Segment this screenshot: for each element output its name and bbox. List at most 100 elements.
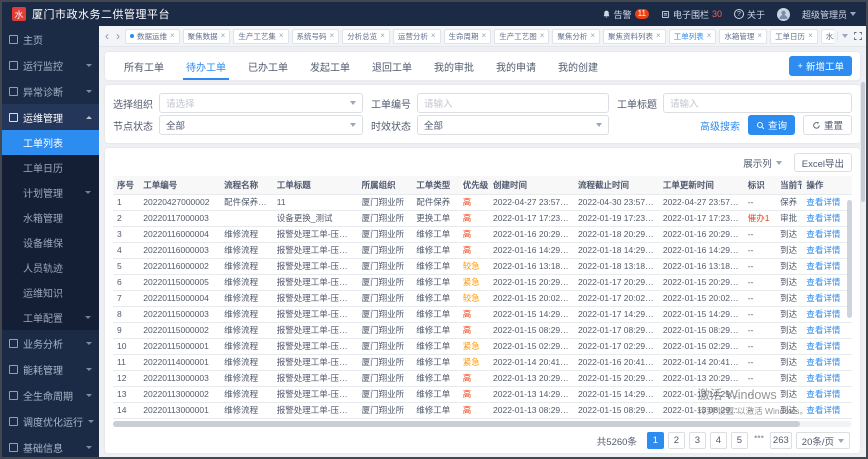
page-scrollbar[interactable]	[861, 82, 865, 202]
opened-tab-数据运维[interactable]: 数据运维 ×	[125, 28, 180, 44]
pages-ellipsis[interactable]: •••	[752, 432, 766, 449]
fence-button[interactable]: 电子围栏 30	[661, 8, 722, 21]
about-button[interactable]: ? 关于	[733, 8, 765, 21]
opened-tab-运营分析[interactable]: 运营分析 ×	[392, 28, 441, 44]
sidebar-item-运维管理[interactable]: 运维管理	[2, 104, 99, 130]
page-button-4[interactable]: 4	[709, 432, 727, 449]
view-detail-link[interactable]: 查看详情	[806, 325, 840, 335]
advanced-search-link[interactable]: 高级搜索	[700, 118, 740, 133]
urge-link[interactable]: 催办1	[743, 210, 777, 227]
view-detail-link[interactable]: 查看详情	[806, 229, 840, 239]
sidebar-item-业务分析[interactable]: 业务分析	[2, 330, 99, 356]
add-workorder-button[interactable]: + 新增工单	[789, 56, 852, 76]
view-detail-link[interactable]: 查看详情	[806, 245, 840, 255]
view-detail-link[interactable]: 查看详情	[806, 373, 840, 383]
tab-发起工单[interactable]: 发起工单	[299, 52, 361, 80]
sidebar-item-能耗管理[interactable]: 能耗管理	[2, 356, 99, 382]
page-button-5[interactable]: 5	[730, 432, 748, 449]
close-icon[interactable]: ×	[380, 32, 385, 40]
horizontal-scrollbar[interactable]	[113, 421, 852, 427]
cell: 维修工单	[412, 354, 459, 371]
tab-退回工单[interactable]: 退回工单	[361, 52, 423, 80]
sidebar-item-异常诊断[interactable]: 异常诊断	[2, 78, 99, 104]
opened-tab-聚焦数据[interactable]: 聚焦数据 ×	[182, 28, 231, 44]
opened-tab-工单列表[interactable]: 工单列表 ×	[668, 28, 717, 44]
close-icon[interactable]: ×	[330, 32, 335, 40]
node-status-select[interactable]: 全部	[159, 115, 363, 135]
sidebar-item-全生命周期[interactable]: 全生命周期	[2, 382, 99, 408]
opened-tab-水箱管理[interactable]: 水箱管理 ×	[719, 28, 768, 44]
opened-tab-系统号码[interactable]: 系统号码 ×	[291, 28, 340, 44]
sidebar-subitem-设备维保[interactable]: 设备维保	[2, 230, 99, 255]
opened-tab-生命周期[interactable]: 生命周期 ×	[443, 28, 492, 44]
close-icon[interactable]: ×	[221, 32, 226, 40]
view-detail-link[interactable]: 查看详情	[806, 405, 840, 415]
sidebar-item-label: 异常诊断	[23, 87, 63, 99]
reset-button[interactable]: 重置	[802, 115, 852, 135]
view-detail-link[interactable]: 查看详情	[806, 277, 840, 287]
tabs-menu-icon[interactable]	[842, 34, 848, 38]
sidebar-subitem-水箱管理[interactable]: 水箱管理	[2, 205, 99, 230]
tabs-scroll-left-icon[interactable]: ‹	[103, 30, 111, 42]
page-button-3[interactable]: 3	[688, 432, 706, 449]
aging-status-select[interactable]: 全部	[417, 115, 609, 135]
opened-tab-分析总览[interactable]: 分析总览 ×	[342, 28, 390, 44]
show-columns-dropdown[interactable]: 展示列	[743, 156, 782, 170]
search-button[interactable]: 查询	[747, 115, 795, 135]
opened-tab-水箱高峰计划[interactable]: 水箱高峰计划×	[820, 28, 834, 44]
opened-tab-聚焦资料列表[interactable]: 聚焦资料列表 ×	[603, 28, 666, 44]
view-detail-link[interactable]: 查看详情	[806, 389, 840, 399]
title-input[interactable]: 请输入	[663, 93, 852, 113]
tab-待办工单[interactable]: 待办工单	[175, 52, 237, 80]
order-no-input[interactable]: 请输入	[417, 93, 609, 113]
vertical-scrollbar[interactable]	[847, 200, 852, 318]
page-button-last[interactable]: 263	[769, 432, 792, 449]
avatar[interactable]	[776, 7, 790, 21]
view-detail-link[interactable]: 查看详情	[806, 357, 840, 367]
sidebar-item-基础信息[interactable]: 基础信息	[2, 434, 99, 457]
opened-tab-生产工艺集[interactable]: 生产工艺集 ×	[233, 28, 289, 44]
page-button-2[interactable]: 2	[667, 432, 685, 449]
excel-export-button[interactable]: Excel导出	[793, 153, 852, 172]
sidebar-item-调度优化运行[interactable]: 调度优化运行	[2, 408, 99, 434]
close-icon[interactable]: ×	[757, 32, 762, 40]
page-button-1[interactable]: 1	[646, 432, 664, 449]
close-icon[interactable]: ×	[590, 32, 595, 40]
close-icon[interactable]: ×	[707, 32, 712, 40]
opened-tab-生产工艺图[interactable]: 生产工艺图 ×	[494, 28, 550, 44]
close-icon[interactable]: ×	[808, 32, 813, 40]
tab-所有工单[interactable]: 所有工单	[113, 52, 175, 80]
user-menu[interactable]: 超级管理员	[802, 8, 856, 21]
tab-我的创建[interactable]: 我的创建	[547, 52, 609, 80]
page-size-select[interactable]: 20条/页	[795, 432, 850, 449]
tab-已办工单[interactable]: 已办工单	[237, 52, 299, 80]
sidebar-subitem-工单配置[interactable]: 工单配置	[2, 305, 99, 330]
opened-tab-聚焦分析[interactable]: 聚焦分析 ×	[552, 28, 601, 44]
sidebar-item-运行监控[interactable]: 运行监控	[2, 52, 99, 78]
sidebar-subitem-计划管理[interactable]: 计划管理	[2, 180, 99, 205]
sidebar-subitem-人员轨迹[interactable]: 人员轨迹	[2, 255, 99, 280]
sidebar-subitem-运维知识[interactable]: 运维知识	[2, 280, 99, 305]
view-detail-link[interactable]: 查看详情	[806, 293, 840, 303]
close-icon[interactable]: ×	[279, 32, 284, 40]
view-detail-link[interactable]: 查看详情	[806, 261, 840, 271]
tabs-scroll-right-icon[interactable]: ›	[114, 30, 122, 42]
alarm-button[interactable]: 告警 11	[602, 8, 649, 21]
close-icon[interactable]: ×	[540, 32, 545, 40]
tab-我的审批[interactable]: 我的审批	[423, 52, 485, 80]
view-detail-link[interactable]: 查看详情	[806, 197, 840, 207]
close-icon[interactable]: ×	[482, 32, 487, 40]
sidebar-subitem-工单列表[interactable]: 工单列表	[2, 130, 99, 155]
sidebar-subitem-工单日历[interactable]: 工单日历	[2, 155, 99, 180]
close-icon[interactable]: ×	[170, 32, 175, 40]
view-detail-link[interactable]: 查看详情	[806, 341, 840, 351]
view-detail-link[interactable]: 查看详情	[806, 309, 840, 319]
close-icon[interactable]: ×	[656, 32, 661, 40]
view-detail-link[interactable]: 查看详情	[806, 213, 840, 223]
tab-我的申请[interactable]: 我的申请	[485, 52, 547, 80]
close-icon[interactable]: ×	[431, 32, 436, 40]
sidebar-item-主页[interactable]: 主页	[2, 26, 99, 52]
opened-tab-工单日历[interactable]: 工单日历 ×	[770, 28, 818, 44]
org-select[interactable]: 请选择	[159, 93, 363, 113]
fullscreen-icon[interactable]	[854, 32, 862, 40]
